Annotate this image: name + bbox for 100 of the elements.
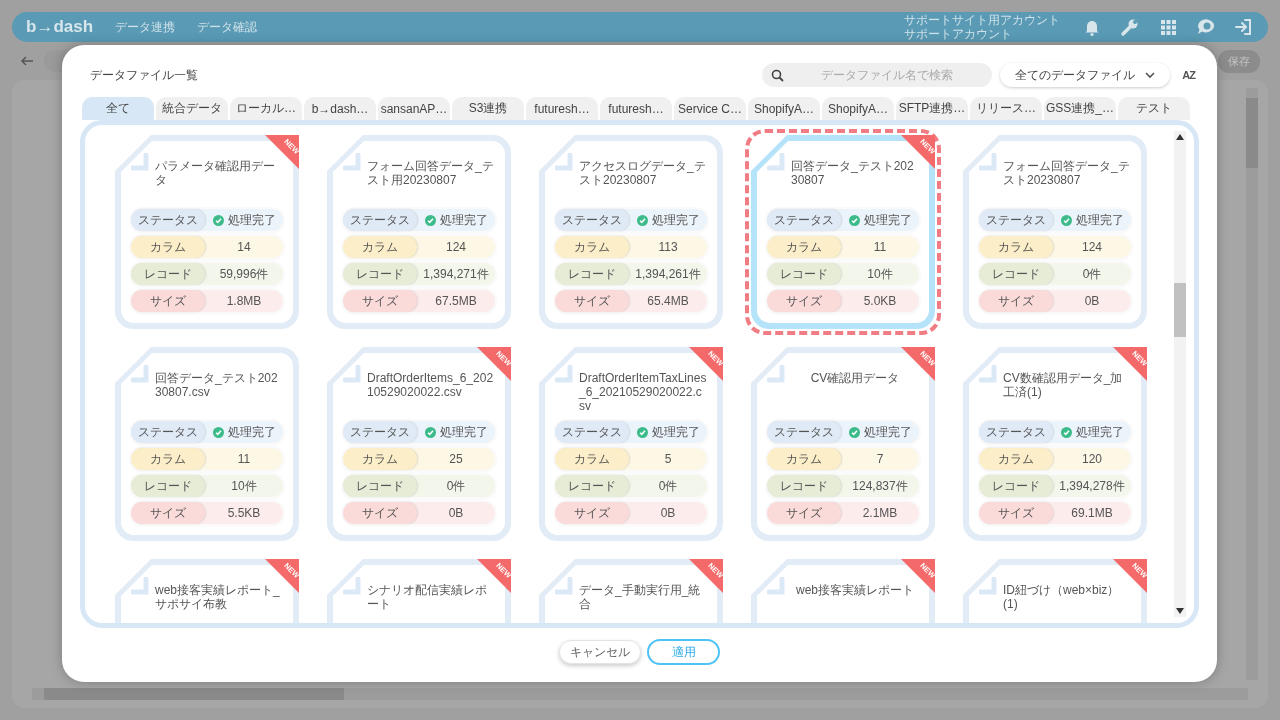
stat-label: カラム [131,236,205,258]
stat-label: レコード [555,475,629,497]
scrollbar[interactable] [1174,131,1186,617]
stat-value: 0B [660,506,676,520]
stat-label: ステータス [555,209,629,231]
stat-value: 10件 [231,477,257,495]
stat-label: ステータス [979,209,1053,231]
stat-label: サイズ [131,290,205,312]
grid-icon[interactable] [1158,17,1178,37]
stat-label: サイズ [767,290,841,312]
search-field[interactable]: データファイル名で検索 [762,63,993,87]
stat-label: サイズ [343,502,417,524]
stat-value: 0件 [658,477,678,495]
stat-value: 処理完了 [863,423,912,441]
scroll-down-icon[interactable] [1176,608,1184,614]
stat-value: 124 [446,240,466,254]
stat-label: ステータス [979,421,1053,443]
scroll-up-icon[interactable] [1176,134,1184,140]
stat-value: 65.4MB [647,294,689,308]
file-name: フォーム回答データ_テスト用20230807 [367,159,495,187]
tab[interactable]: futuresh… [600,97,672,120]
stat-label: ステータス [343,421,417,443]
stat-value: 10件 [867,265,893,283]
scrollbar[interactable] [1246,88,1258,680]
tab[interactable]: ShopifyA… [822,97,894,120]
stat-value: 処理完了 [651,211,700,229]
tab[interactable]: ローカル… [230,97,302,120]
tab[interactable]: 統合データ [156,97,228,120]
stat-label: レコード [767,263,841,285]
stat-label: カラム [555,236,629,258]
wrench-icon[interactable] [1120,17,1140,37]
tab[interactable]: 全て [82,97,154,120]
cancel-button[interactable]: キャンセル [559,640,641,664]
dialog-title: データファイル一覧 [90,66,198,84]
stat-label: サイズ [979,502,1053,524]
account-name: サポートアカウント [904,27,1013,41]
tab[interactable]: ShopifyA… [748,97,820,120]
check-icon [1060,214,1072,226]
stat-value: 0B [448,506,464,520]
stat-value: 処理完了 [439,423,488,441]
tab[interactable]: Service C… [674,97,746,120]
stat-label: ステータス [131,209,205,231]
stat-label: カラム [343,236,417,258]
stat-label: レコード [767,475,841,497]
tab[interactable]: futuresh… [526,97,598,120]
stat-label: ステータス [131,421,205,443]
stat-value: 1,394,271件 [423,265,489,283]
tab[interactable]: リリース… [970,97,1042,120]
check-icon [212,426,224,438]
check-icon [1060,426,1072,438]
stat-value: 124 [1082,240,1102,254]
stat-label: サイズ [343,290,417,312]
chat-icon[interactable] [1196,17,1216,37]
tab[interactable]: GSS連携_… [1044,97,1116,120]
check-icon [848,426,860,438]
stat-value: 120 [1082,452,1102,466]
stat-value: 処理完了 [227,423,276,441]
sort-button[interactable]: AZ [1178,69,1199,81]
chevron-icon [1145,71,1156,79]
check-icon [636,426,648,438]
file-name: 回答データ_テスト20230807.csv [155,371,279,399]
tab[interactable]: b→dash… [304,97,376,120]
scrollbar[interactable] [32,688,1248,700]
logout-icon[interactable] [1234,17,1254,37]
stat-label: カラム [767,448,841,470]
back-arrow-icon[interactable] [20,55,34,67]
file-name: アクセスログデータ_テスト20230807 [579,159,707,187]
stat-value: 5 [664,452,672,466]
tab[interactable]: S3連携 [452,97,524,120]
stat-label: レコード [343,475,417,497]
search-icon [771,69,785,82]
stat-label: サイズ [979,290,1053,312]
tab[interactable]: sansanAP… [378,97,450,120]
stat-label: カラム [979,236,1053,258]
check-icon [848,214,860,226]
stat-value: 5.5KB [227,506,261,520]
stat-value: 処理完了 [1075,423,1124,441]
tab[interactable]: SFTP連携… [896,97,968,120]
stat-value: 1.8MB [226,294,262,308]
stat-label: サイズ [555,290,629,312]
stat-label: サイズ [555,502,629,524]
stat-label: カラム [979,448,1053,470]
stat-label: カラム [555,448,629,470]
stat-value: 124,837件 [852,477,908,495]
tab[interactable]: テスト [1118,97,1190,120]
stat-value: 5.0KB [863,294,897,308]
scroll-thumb[interactable] [1174,283,1186,337]
stat-value: 7 [876,452,884,466]
stat-value: 処理完了 [1075,211,1124,229]
stat-value: 0件 [446,477,466,495]
stat-label: レコード [979,475,1053,497]
stat-value: 処理完了 [863,211,912,229]
stat-value: 69.1MB [1071,506,1113,520]
stat-value: 2.1MB [862,506,898,520]
stat-value: 14 [237,240,251,254]
stat-value: 処理完了 [227,211,276,229]
stat-value: 処理完了 [651,423,700,441]
filter-dropdown[interactable]: 全てのデータファイル [1000,63,1171,87]
stat-value: 処理完了 [439,211,488,229]
stat-label: レコード [343,263,417,285]
